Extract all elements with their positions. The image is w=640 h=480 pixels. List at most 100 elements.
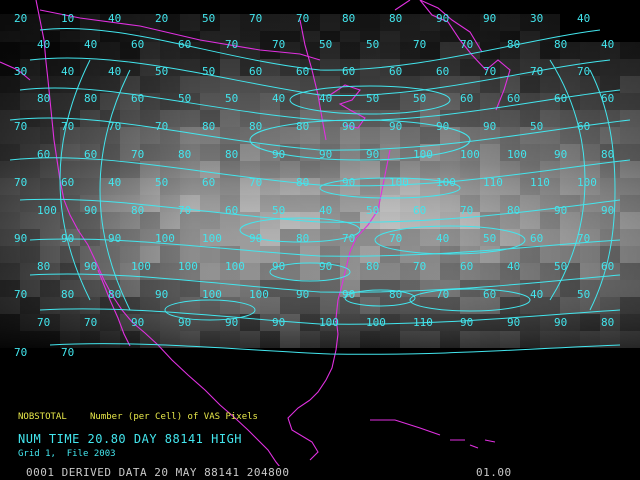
contour-label: 50 bbox=[554, 260, 567, 273]
contour-label: 70 bbox=[131, 148, 144, 161]
contour-label: 40 bbox=[272, 92, 285, 105]
contour-label: 80 bbox=[61, 288, 74, 301]
contour-label: 70 bbox=[413, 260, 426, 273]
contour-label: 70 bbox=[460, 38, 473, 51]
contour-label: 80 bbox=[131, 204, 144, 217]
contour-label: 80 bbox=[507, 38, 520, 51]
contour-label: 60 bbox=[37, 148, 50, 161]
caribbean bbox=[450, 439, 496, 449]
map-display: 20 10 40 20 50 70 70 80 80 90 90 30 40 40 40 60 60 70 70 50… bbox=[0, 0, 640, 473]
contour-label: 100 bbox=[131, 260, 151, 273]
contour-label: 40 bbox=[436, 232, 449, 245]
contour-label: 50 bbox=[530, 120, 543, 133]
mexico-coast bbox=[234, 417, 285, 473]
contour-label: 70 bbox=[249, 176, 262, 189]
contour-label: 100 bbox=[507, 148, 527, 161]
contour-label: 90 bbox=[554, 204, 567, 217]
contour-label: 70 bbox=[249, 12, 262, 25]
contour-label: 60 bbox=[554, 92, 567, 105]
contour-label: 50 bbox=[155, 65, 168, 78]
contour-label: 70 bbox=[14, 120, 27, 133]
contour-label: 60 bbox=[249, 65, 262, 78]
contour-label: 60 bbox=[413, 204, 426, 217]
contour-label: 70 bbox=[342, 232, 355, 245]
contour-label: 40 bbox=[108, 176, 121, 189]
contour-label: 90 bbox=[507, 316, 520, 329]
contour-label: 40 bbox=[319, 204, 332, 217]
contour-label: 70 bbox=[61, 346, 74, 359]
contour-label: 100 bbox=[178, 260, 198, 273]
contour-label: 70 bbox=[530, 65, 543, 78]
contour-label: 30 bbox=[530, 12, 543, 25]
contour-label: 80 bbox=[178, 148, 191, 161]
contour-label: 70 bbox=[178, 204, 191, 217]
contour-label: 90 bbox=[61, 232, 74, 245]
contour-label: 50 bbox=[413, 92, 426, 105]
contour-label: 70 bbox=[483, 65, 496, 78]
contour-label: 70 bbox=[84, 316, 97, 329]
contour-label: 60 bbox=[296, 65, 309, 78]
contour-label: 90 bbox=[389, 120, 402, 133]
contour-label: 90 bbox=[554, 148, 567, 161]
contour-label: 90 bbox=[296, 288, 309, 301]
contour-label: 50 bbox=[577, 288, 590, 301]
contour-label: 70 bbox=[37, 316, 50, 329]
contour-label: 60 bbox=[483, 288, 496, 301]
contour-label: 80 bbox=[108, 288, 121, 301]
field-name: NOBSTOTAL bbox=[18, 412, 67, 422]
contour-label: 40 bbox=[577, 12, 590, 25]
field-description: Number (per Cell) of VAS Pixels bbox=[90, 412, 258, 422]
contour-label: 70 bbox=[225, 38, 238, 51]
contour-label: 110 bbox=[483, 176, 503, 189]
contour-label: 100 bbox=[389, 176, 409, 189]
contour-label: 30 bbox=[14, 65, 27, 78]
contour-label: 70 bbox=[577, 65, 590, 78]
contour-label: 80 bbox=[37, 260, 50, 273]
contour-label: 70 bbox=[389, 232, 402, 245]
contour-label: 100 bbox=[577, 176, 597, 189]
contour-label: 60 bbox=[225, 204, 238, 217]
contour-label: 90 bbox=[225, 316, 238, 329]
contour-label: 50 bbox=[483, 232, 496, 245]
contour-label: 40 bbox=[84, 38, 97, 51]
contour-label: 60 bbox=[601, 92, 614, 105]
contour-label: 40 bbox=[108, 65, 121, 78]
status-text: 0001 DERIVED DATA 20 MAY 88141 204800 bbox=[26, 466, 290, 479]
contour-label: 100 bbox=[37, 204, 57, 217]
contour-label: 60 bbox=[460, 92, 473, 105]
contour-label: 90 bbox=[249, 232, 262, 245]
contour-label: 60 bbox=[530, 232, 543, 245]
contour-label: 90 bbox=[483, 120, 496, 133]
contour-label: 110 bbox=[530, 176, 550, 189]
contour-label: 90 bbox=[554, 316, 567, 329]
contour-label: 80 bbox=[342, 12, 355, 25]
contour-label: 100 bbox=[155, 232, 175, 245]
contour-label: 90 bbox=[155, 288, 168, 301]
contour-label: 50 bbox=[225, 92, 238, 105]
contour-label: 70 bbox=[296, 12, 309, 25]
contour-label: 50 bbox=[319, 38, 332, 51]
contour-label: 60 bbox=[436, 65, 449, 78]
contour-label: 60 bbox=[577, 120, 590, 133]
contour-label: 70 bbox=[413, 38, 426, 51]
contour-label: 80 bbox=[296, 176, 309, 189]
contour-label: 100 bbox=[249, 288, 269, 301]
contour-label: 80 bbox=[296, 232, 309, 245]
contour-label: 90 bbox=[483, 12, 496, 25]
contour-label: 80 bbox=[601, 148, 614, 161]
contour-label: 70 bbox=[272, 38, 285, 51]
contour-label: 70 bbox=[460, 204, 473, 217]
contour-label: 50 bbox=[202, 65, 215, 78]
contour-label: 20 bbox=[14, 12, 27, 25]
contour-label: 70 bbox=[14, 288, 27, 301]
contour-label: 80 bbox=[366, 260, 379, 273]
contour-label: 40 bbox=[37, 38, 50, 51]
contour-label: 100 bbox=[436, 176, 456, 189]
contour-label: 60 bbox=[389, 65, 402, 78]
contour-label: 60 bbox=[460, 260, 473, 273]
status-value: 01.00 bbox=[476, 466, 512, 479]
contour-label: 90 bbox=[436, 12, 449, 25]
contour-label: 60 bbox=[61, 176, 74, 189]
contour-label: 100 bbox=[460, 148, 480, 161]
contour-label: 90 bbox=[460, 316, 473, 329]
